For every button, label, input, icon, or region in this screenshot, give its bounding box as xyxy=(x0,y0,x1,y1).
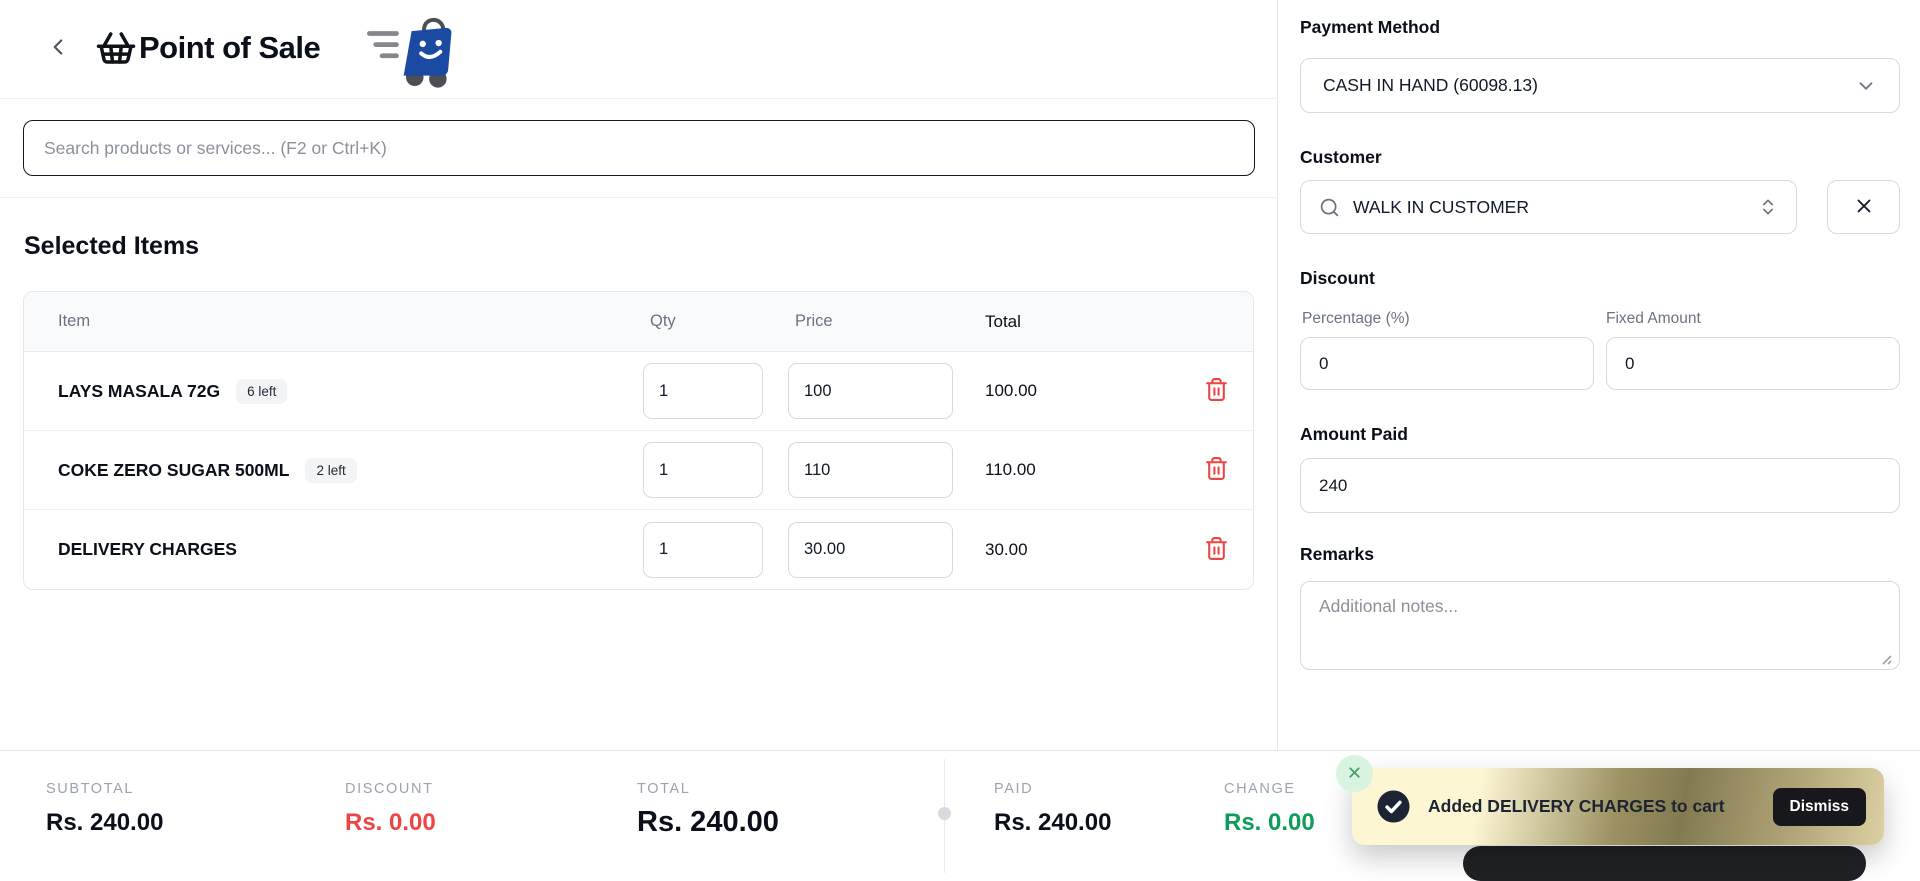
search-icon xyxy=(1319,197,1340,218)
item-name: DELIVERY CHARGES xyxy=(58,539,237,560)
discount-fixed-label: Fixed Amount xyxy=(1606,310,1701,328)
page-header: Point of Sale xyxy=(0,0,1277,99)
remove-item-button[interactable] xyxy=(1200,533,1234,567)
discount-total-value: Rs. 0.00 xyxy=(345,809,436,837)
customer-combobox[interactable]: WALK IN CUSTOMER xyxy=(1300,180,1797,234)
toast-message: Added DELIVERY CHARGES to cart xyxy=(1428,796,1773,817)
trash-icon xyxy=(1204,536,1229,564)
trash-icon xyxy=(1204,377,1229,405)
stock-badge: 2 left xyxy=(305,458,356,483)
paid-block: PAID Rs. 240.00 xyxy=(994,751,1111,837)
subtotal-value: Rs. 240.00 xyxy=(46,809,163,837)
subtotal-label: SUBTOTAL xyxy=(46,781,163,797)
line-total: 100.00 xyxy=(978,381,1178,401)
customer-value: WALK IN CUSTOMER xyxy=(1353,197,1745,218)
search-input[interactable] xyxy=(23,120,1255,176)
paid-value: Rs. 240.00 xyxy=(994,809,1111,837)
change-value: Rs. 0.00 xyxy=(1224,809,1315,837)
column-header-item: Item xyxy=(24,312,643,331)
remove-item-button[interactable] xyxy=(1200,453,1234,487)
divider-dot xyxy=(938,807,951,820)
customer-label: Customer xyxy=(1300,147,1382,168)
column-header-qty: Qty xyxy=(643,312,788,331)
qty-input[interactable] xyxy=(643,442,763,498)
trash-icon xyxy=(1204,456,1229,484)
selected-items-heading: Selected Items xyxy=(24,232,199,261)
column-header-total: Total xyxy=(978,312,1178,332)
table-row: COKE ZERO SUGAR 500ML 2 left 110.00 xyxy=(24,431,1253,510)
remarks-label: Remarks xyxy=(1300,544,1374,565)
discount-label: Discount xyxy=(1300,268,1375,289)
main-panel: Point of Sale Selected Items xyxy=(0,0,1278,750)
change-label: CHANGE xyxy=(1224,781,1315,797)
chevrons-up-down-icon xyxy=(1758,197,1778,217)
search-section xyxy=(0,99,1277,198)
clear-customer-button[interactable] xyxy=(1827,180,1900,234)
item-name: COKE ZERO SUGAR 500ML xyxy=(58,460,289,481)
dismiss-button[interactable]: Dismiss xyxy=(1773,788,1866,826)
payment-method-value: CASH IN HAND (60098.13) xyxy=(1323,75,1538,96)
price-input[interactable] xyxy=(788,442,953,498)
table-row: DELIVERY CHARGES 30.00 xyxy=(24,510,1253,589)
discount-percentage-label: Percentage (%) xyxy=(1302,310,1410,328)
toast-notification: Added DELIVERY CHARGES to cart Dismiss xyxy=(1352,768,1884,845)
selected-items-table: Item Qty Price Total LAYS MASALA 72G 6 l… xyxy=(23,291,1254,590)
line-total: 30.00 xyxy=(978,540,1178,560)
price-input[interactable] xyxy=(788,522,953,578)
subtotal-block: SUBTOTAL Rs. 240.00 xyxy=(46,751,163,837)
remove-item-button[interactable] xyxy=(1200,374,1234,408)
total-block: TOTAL Rs. 240.00 xyxy=(637,751,779,839)
toast-close-button[interactable] xyxy=(1336,755,1373,792)
qty-input[interactable] xyxy=(643,363,763,419)
change-block: CHANGE Rs. 0.00 xyxy=(1224,751,1315,837)
table-header-row: Item Qty Price Total xyxy=(24,292,1253,352)
price-input[interactable] xyxy=(788,363,953,419)
x-icon xyxy=(1853,195,1875,220)
x-icon xyxy=(1346,764,1363,784)
amount-paid-input[interactable] xyxy=(1300,458,1900,513)
checkout-sidebar: Payment Method CASH IN HAND (60098.13) C… xyxy=(1279,0,1920,750)
amount-paid-label: Amount Paid xyxy=(1300,424,1408,445)
item-name: LAYS MASALA 72G xyxy=(58,381,220,402)
paid-label: PAID xyxy=(994,781,1111,797)
check-circle-icon xyxy=(1376,789,1411,824)
total-value: Rs. 240.00 xyxy=(637,806,779,839)
line-total: 110.00 xyxy=(978,460,1178,480)
column-header-price: Price xyxy=(788,312,978,331)
payment-method-label: Payment Method xyxy=(1300,17,1440,38)
shopping-basket-icon xyxy=(92,24,140,72)
pos-app: Point of Sale Selected Items xyxy=(0,0,1920,881)
discount-total-label: DISCOUNT xyxy=(345,781,436,797)
table-row: LAYS MASALA 72G 6 left 100.00 xyxy=(24,352,1253,431)
back-button[interactable] xyxy=(38,28,78,68)
total-label: TOTAL xyxy=(637,781,779,797)
chevron-down-icon xyxy=(1855,75,1877,97)
discount-fixed-input[interactable] xyxy=(1606,337,1900,390)
page-title: Point of Sale xyxy=(139,30,320,66)
discount-percentage-input[interactable] xyxy=(1300,337,1594,390)
stock-badge: 6 left xyxy=(236,379,287,404)
chevron-left-icon xyxy=(45,34,71,63)
cart-bag-logo-icon xyxy=(362,4,458,90)
payment-method-select[interactable]: CASH IN HAND (60098.13) xyxy=(1300,58,1900,113)
complete-sale-button[interactable] xyxy=(1463,846,1866,881)
qty-input[interactable] xyxy=(643,522,763,578)
discount-block: DISCOUNT Rs. 0.00 xyxy=(345,751,436,837)
remarks-textarea[interactable] xyxy=(1300,581,1900,670)
